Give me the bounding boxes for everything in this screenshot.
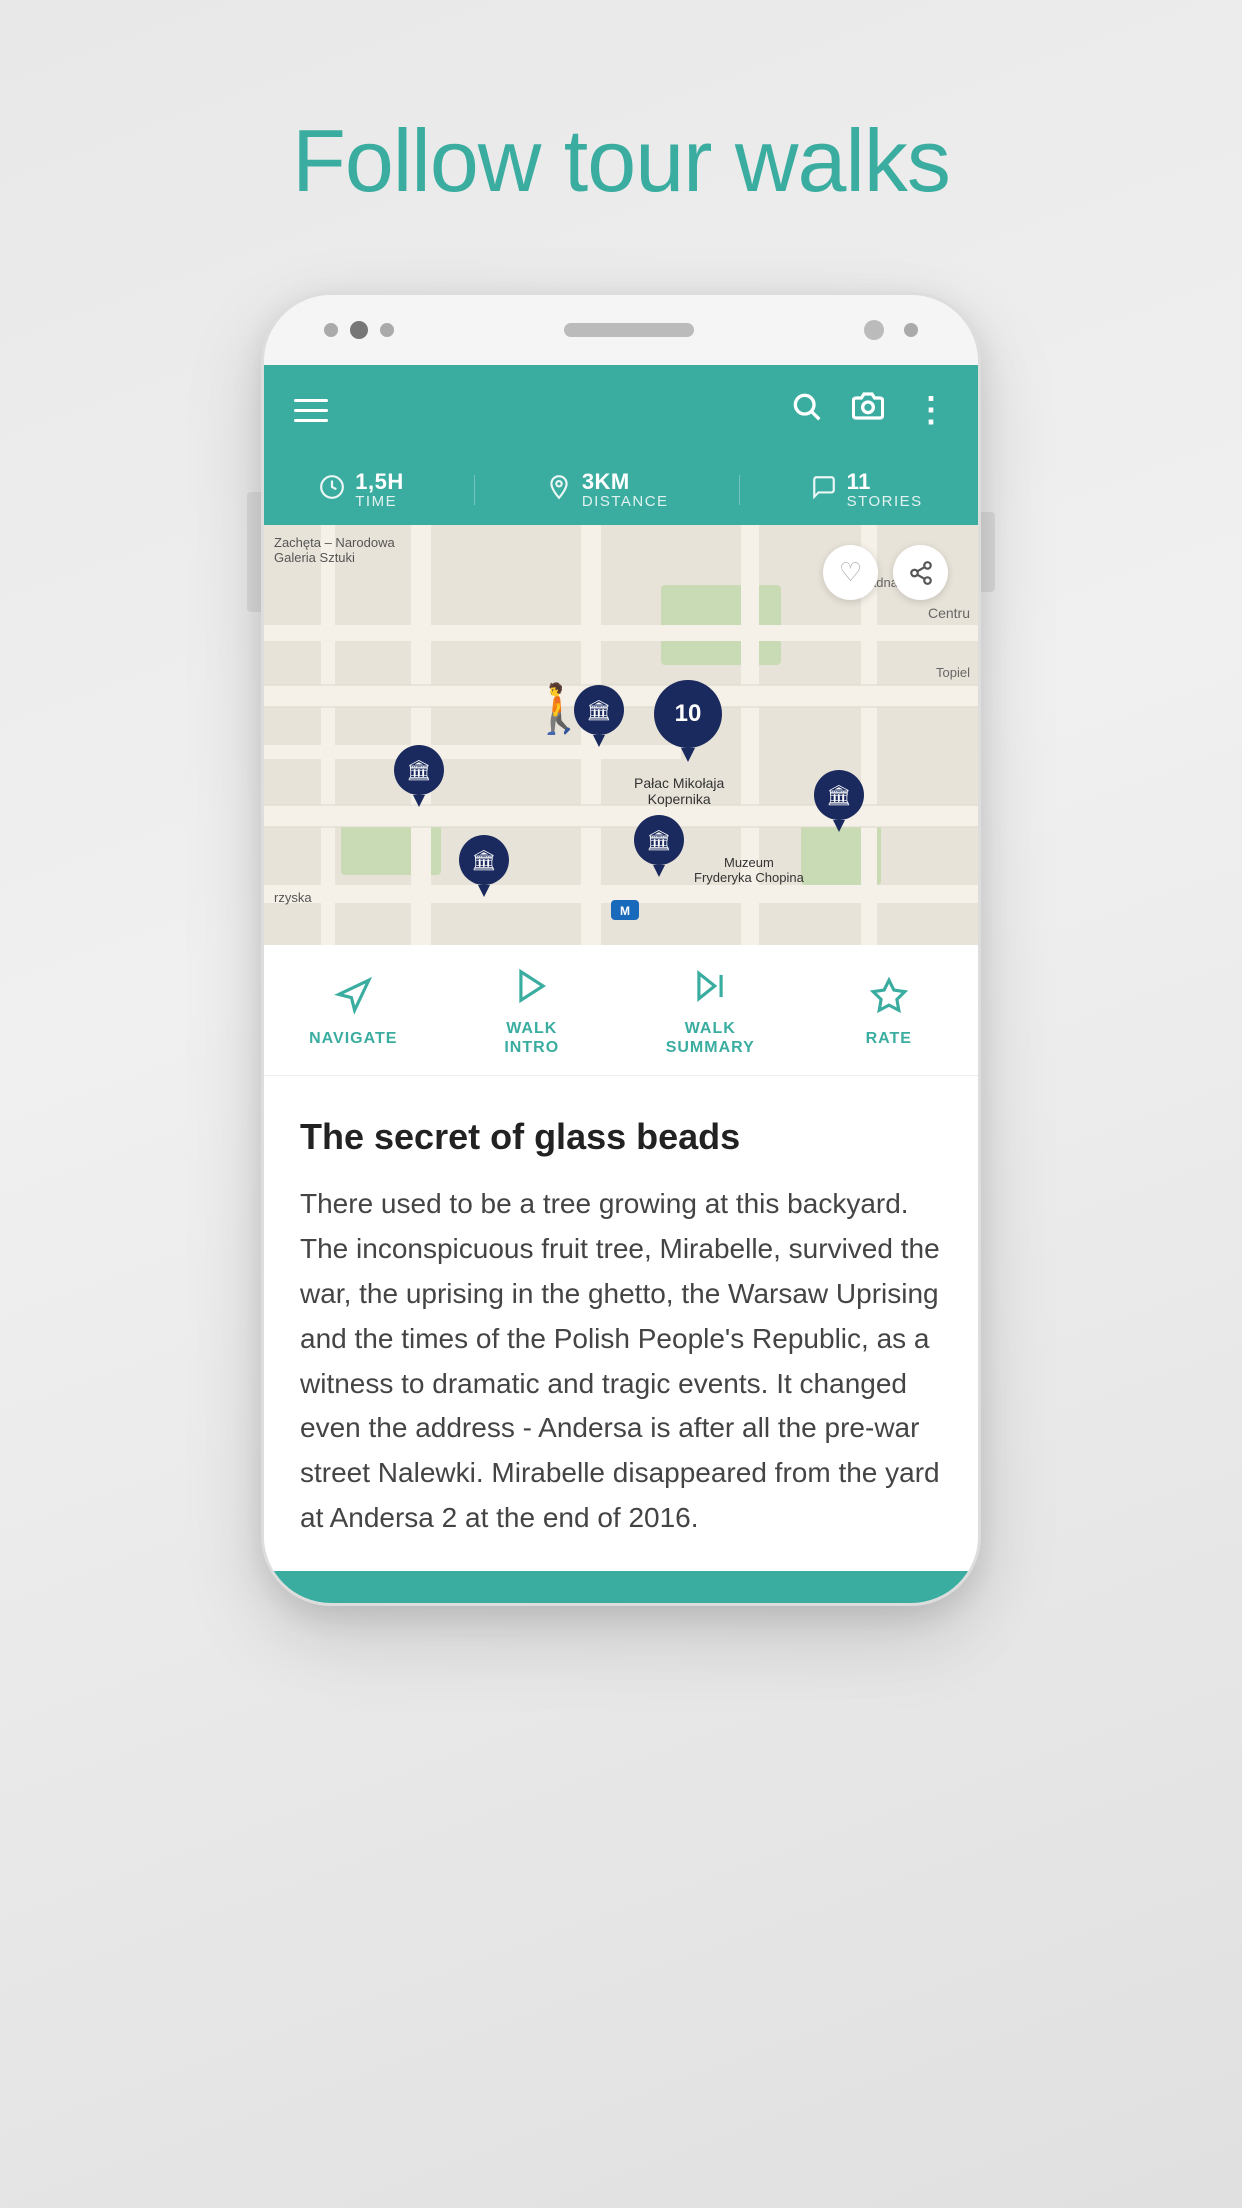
stat-distance-text: 3KM DISTANCE <box>582 470 669 511</box>
time-icon <box>319 474 345 506</box>
stat-distance: 3KM DISTANCE <box>546 470 669 511</box>
tab-rate-label: RATE <box>866 1029 912 1048</box>
map-pin-3[interactable]: 🏛 <box>814 770 864 832</box>
menu-line-3 <box>294 419 328 422</box>
tab-walk-summary-label: WALK SUMMARY <box>666 1019 755 1057</box>
bottom-bar <box>264 1571 978 1603</box>
content-area: The secret of glass beads There used to … <box>264 1076 978 1570</box>
page-title: Follow tour walks <box>292 110 950 212</box>
tab-walk-intro-label: WALK INTRO <box>504 1019 559 1057</box>
tab-walk-summary[interactable]: WALK SUMMARY <box>621 945 800 1075</box>
map-pin-1[interactable]: 🏛 <box>394 745 444 807</box>
stat-time-text: 1,5H TIME <box>355 470 403 511</box>
map-pin-cluster[interactable]: 10 <box>654 680 722 762</box>
distance-label: DISTANCE <box>582 494 669 511</box>
map-pin-2[interactable]: 🏛 <box>574 685 624 747</box>
heart-icon: ♡ <box>839 557 862 588</box>
content-title: The secret of glass beads <box>300 1116 942 1158</box>
label-topiel: Topiel <box>936 665 970 680</box>
map-pin-4[interactable]: 🏛 <box>634 815 684 877</box>
phone-body: ⋮ 1,5H TIME <box>261 292 981 1606</box>
phone-speaker <box>564 323 694 337</box>
tab-rate[interactable]: RATE <box>800 945 979 1075</box>
app-screen: ⋮ 1,5H TIME <box>264 365 978 1603</box>
topbar-right-icons: ⋮ <box>790 390 948 430</box>
distance-icon <box>546 474 572 506</box>
phone-side-button-left <box>247 492 261 612</box>
place-chopin: MuzeumFryderyka Chopina <box>694 855 804 885</box>
place-kopernnika: Pałac MikołajaKopernika <box>634 775 724 807</box>
walk-intro-icon <box>513 967 551 1011</box>
app-topbar: ⋮ <box>264 365 978 455</box>
menu-button[interactable] <box>294 399 328 422</box>
stat-divider-1 <box>474 475 475 505</box>
stories-value: 11 <box>847 470 923 494</box>
stat-divider-2 <box>739 475 740 505</box>
search-icon[interactable] <box>790 390 822 430</box>
phone-dot-2 <box>350 321 368 339</box>
street-label-rzyska: rzyska <box>274 890 312 905</box>
content-body: There used to be a tree growing at this … <box>300 1182 942 1540</box>
map-area[interactable]: M 🚶 Zachęta – NarodowaGaleria Sztuki rzy… <box>264 525 978 945</box>
stat-stories-text: 11 STORIES <box>847 470 923 511</box>
phone-dot-1 <box>324 323 338 337</box>
map-pin-5[interactable]: 🏛 <box>459 835 509 897</box>
heart-button[interactable]: ♡ <box>823 545 878 600</box>
stat-stories: 11 STORIES <box>811 470 923 511</box>
menu-line-2 <box>294 409 328 412</box>
distance-value: 3KM <box>582 470 669 494</box>
phone-dots <box>324 321 394 339</box>
share-icon <box>908 560 934 586</box>
phone-camera-dot <box>864 320 884 340</box>
phone-dot-4 <box>904 323 918 337</box>
phone-dot-3 <box>380 323 394 337</box>
stats-bar: 1,5H TIME 3KM DISTANCE <box>264 455 978 525</box>
menu-line-1 <box>294 399 328 402</box>
tab-navigate[interactable]: NAVIGATE <box>264 945 443 1075</box>
phone-top-bar <box>264 295 978 365</box>
svg-text:M: M <box>620 904 630 918</box>
tab-navigate-label: NAVIGATE <box>309 1029 397 1048</box>
phone-camera-area <box>864 320 918 340</box>
share-button[interactable] <box>893 545 948 600</box>
stat-time: 1,5H TIME <box>319 470 403 511</box>
more-options-icon[interactable]: ⋮ <box>914 393 948 427</box>
action-tabs: NAVIGATE WALK INTRO <box>264 945 978 1076</box>
label-centrum: Centru <box>928 605 970 621</box>
phone-frame: ⋮ 1,5H TIME <box>261 292 981 1606</box>
tab-walk-intro[interactable]: WALK INTRO <box>443 945 622 1075</box>
navigate-icon <box>334 977 372 1021</box>
time-label: TIME <box>355 494 403 511</box>
stories-icon <box>811 474 837 506</box>
camera-icon[interactable] <box>852 390 884 430</box>
time-value: 1,5H <box>355 470 403 494</box>
phone-side-button-right <box>981 512 995 592</box>
street-label-1: Zachęta – NarodowaGaleria Sztuki <box>274 535 395 565</box>
walk-summary-icon <box>691 967 729 1011</box>
stories-label: STORIES <box>847 494 923 511</box>
rate-icon <box>870 977 908 1021</box>
